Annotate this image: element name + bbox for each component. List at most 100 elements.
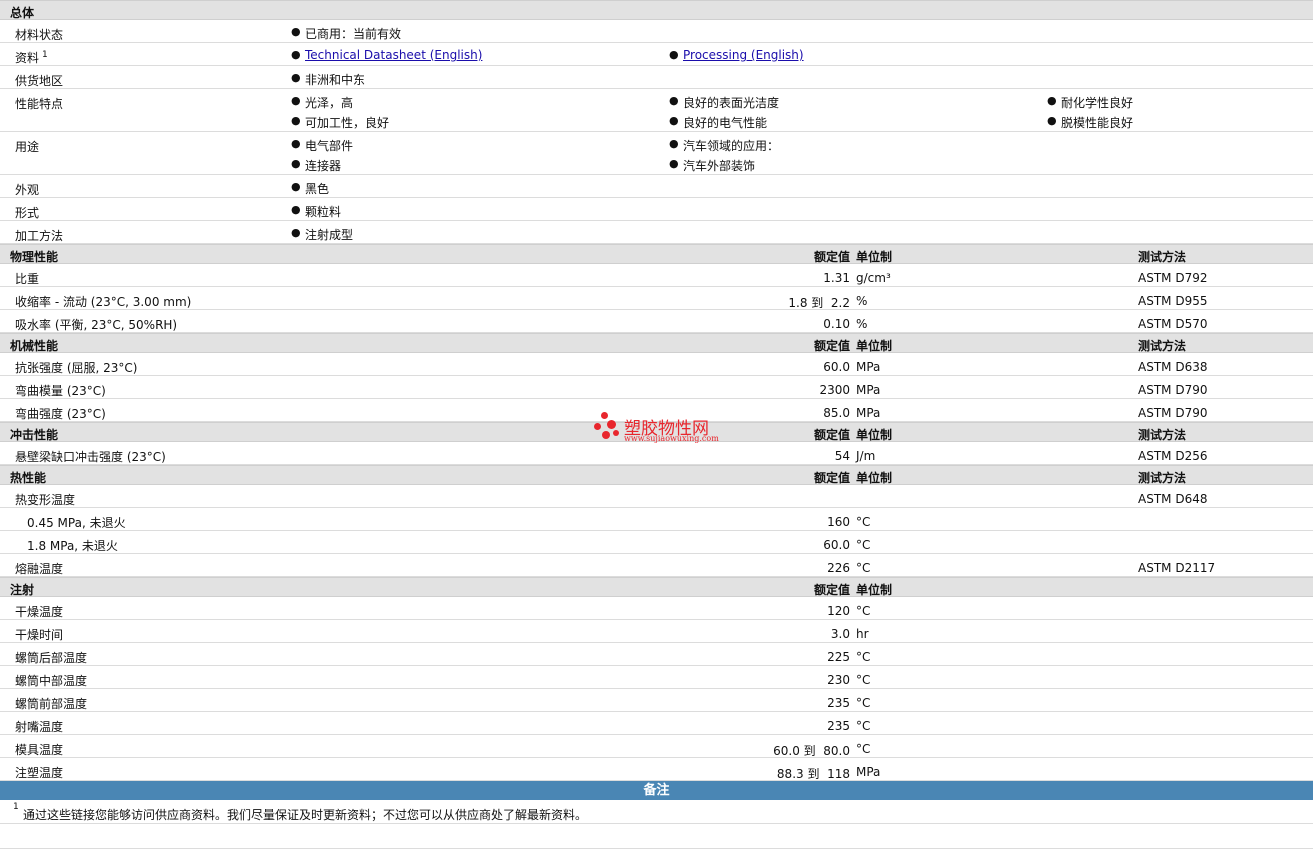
row-appearance: 外观 ● 黑色 xyxy=(0,175,1313,198)
property-row: 螺筒前部温度 235 °C xyxy=(0,689,1313,712)
row-form: 形式 ● 颗粒料 xyxy=(0,198,1313,221)
property-row: 螺筒后部温度 225 °C xyxy=(0,643,1313,666)
row-processing-method: 加工方法 ● 注射成型 xyxy=(0,221,1313,244)
physical-rows: 比重 1.31 g/cm³ ASTM D792 收缩率 - 流动 (23°C, 3.00… xyxy=(0,264,1313,333)
watermark-url: www.sujiaowuxing.com xyxy=(624,434,719,443)
property-value: 0.10 xyxy=(823,317,850,331)
property-value: 60.0 xyxy=(823,360,850,374)
col-header-unit: 单位制 xyxy=(856,250,893,264)
property-test-method: ASTM D955 xyxy=(1138,294,1208,308)
property-row: 干燥温度 120 °C xyxy=(0,597,1313,620)
property-row: 抗张强度 (屈服, 23°C) 60.0 MPa ASTM D638 xyxy=(0,353,1313,376)
technical-datasheet-link[interactable]: Technical Datasheet (English) xyxy=(305,48,482,62)
bullet-icon: ● xyxy=(1047,114,1057,127)
col-header-test: 测试方法 xyxy=(1138,250,1187,264)
property-unit: MPa xyxy=(856,383,881,397)
property-value: 1.8 到 2.2 xyxy=(788,296,850,310)
property-label: 射嘴温度 xyxy=(15,720,64,734)
section-title: 注射 xyxy=(10,583,35,597)
row-label: 供货地区 xyxy=(15,74,64,88)
property-label: 干燥时间 xyxy=(15,628,64,642)
property-test-method: ASTM D790 xyxy=(1138,383,1208,397)
property-test-method: ASTM D256 xyxy=(1138,449,1208,463)
property-row: 吸水率 (平衡, 23°C, 50%RH) 0.10% ASTM D570 xyxy=(0,310,1313,333)
bullet-icon: ● xyxy=(291,25,301,38)
thermal-rows: 热变形温度 ASTM D648 0.45 MPa, 未退火 160 °C 1.8 MPa,… xyxy=(0,485,1313,577)
property-row: 模具温度 60.0 到 80.0 °C xyxy=(0,735,1313,758)
property-value: 60.0 到 80.0 xyxy=(773,744,850,758)
property-unit: g/cm³ xyxy=(856,271,891,285)
property-value: 1.31 xyxy=(823,271,850,285)
property-row: 干燥时间 3.0 hr xyxy=(0,620,1313,643)
property-value: 3.0 xyxy=(830,627,850,641)
col-header-test: 测试方法 xyxy=(1138,428,1187,442)
property-row: 螺筒中部温度 230 °C xyxy=(0,666,1313,689)
note-footnote-marker: 1 xyxy=(13,802,19,812)
property-test-method: ASTM D790 xyxy=(1138,406,1208,420)
property-label: 模具温度 xyxy=(15,743,64,757)
property-value: 235 xyxy=(827,696,850,710)
bullet-icon: ● xyxy=(291,71,301,84)
property-value: 225 xyxy=(827,650,850,664)
property-row: 0.45 MPa, 未退火 160 °C xyxy=(0,508,1313,531)
row-label: 性能特点 xyxy=(15,97,64,111)
property-unit: °C xyxy=(856,650,871,664)
property-unit: MPa xyxy=(856,406,881,420)
property-test-method: ASTM D2117 xyxy=(1138,561,1216,575)
property-unit: °C xyxy=(856,673,871,687)
section-title: 热性能 xyxy=(10,471,47,485)
row-label: 外观 xyxy=(15,183,40,197)
property-row: 弯曲模量 (23°C) 2300 MPa ASTM D790 xyxy=(0,376,1313,399)
property-label: 螺筒前部温度 xyxy=(15,697,88,711)
property-value: 226 xyxy=(827,561,850,575)
property-unit: MPa xyxy=(856,360,881,374)
injection-rows: 干燥温度 120 °C 干燥时间 3.0 hr 螺筒后部温度 225 °C 螺筒中部温度 230 °C… xyxy=(0,597,1313,781)
property-value: 120 xyxy=(827,604,850,618)
bottom-divider xyxy=(0,848,1313,861)
property-unit: °C xyxy=(856,719,871,733)
row-label: 材料状态 xyxy=(15,28,64,42)
property-label: 0.45 MPa, 未退火 xyxy=(27,516,126,530)
row-features: 性能特点 ● 光泽，高 ● 良好的表面光洁度 ● 耐化学性良好 ● 可加工性，良好 ● 良… xyxy=(0,89,1313,132)
bullet-icon: ● xyxy=(669,48,679,61)
note-text: 通过这些链接您能够访问供应商资料。我们尽量保证及时更新资料；不过您可以从供应商处… xyxy=(23,808,588,822)
property-unit: °C xyxy=(856,742,871,756)
property-row: 熔融温度 226 °C ASTM D2117 xyxy=(0,554,1313,577)
property-row: 热变形温度 ASTM D648 xyxy=(0,485,1313,508)
property-label: 螺筒中部温度 xyxy=(15,674,88,688)
property-unit: °C xyxy=(856,515,871,529)
property-row: 比重 1.31 g/cm³ ASTM D792 xyxy=(0,264,1313,287)
property-value: 2300 xyxy=(819,383,850,397)
col-header-rated: 额定值 xyxy=(813,339,850,353)
property-value: 85.0 xyxy=(823,406,850,420)
property-row: 射嘴温度 235 °C xyxy=(0,712,1313,735)
property-unit: % xyxy=(856,317,868,331)
row-region: 供货地区 ● 非洲和中东 xyxy=(0,66,1313,89)
property-label: 熔融温度 xyxy=(15,562,64,576)
watermark-logo: 塑胶物性网 www.sujiaowuxing.com xyxy=(594,412,734,448)
property-test-method: ASTM D792 xyxy=(1138,271,1208,285)
col-header-test: 测试方法 xyxy=(1138,339,1187,353)
row-uses: 用途 ● 电气部件 ● 汽车领域的应用： ● 连接器 ● 汽车外部装饰 xyxy=(0,132,1313,175)
bullet-icon: ● xyxy=(291,180,301,193)
property-label: 1.8 MPa, 未退火 xyxy=(27,539,118,553)
property-label: 注塑温度 xyxy=(15,766,64,780)
property-test-method: ASTM D638 xyxy=(1138,360,1208,374)
bullet-icon: ● xyxy=(291,203,301,216)
row-label: 加工方法 xyxy=(15,229,64,243)
property-unit: °C xyxy=(856,696,871,710)
property-unit: °C xyxy=(856,538,871,552)
row-label: 资料 1 xyxy=(15,50,48,65)
col-header-rated: 额定值 xyxy=(813,471,850,485)
row-label: 用途 xyxy=(15,140,40,154)
processing-link[interactable]: Processing (English) xyxy=(683,48,804,62)
bullet-icon: ● xyxy=(291,137,301,150)
property-test-method: ASTM D648 xyxy=(1138,492,1208,506)
bullet-icon: ● xyxy=(669,94,679,107)
property-label: 干燥温度 xyxy=(15,605,64,619)
property-unit: MPa xyxy=(856,765,881,779)
col-header-rated: 额定值 xyxy=(813,583,850,597)
section-mechanical-header: 机械性能 额定值 单位制 测试方法 xyxy=(0,333,1313,353)
property-value: 54 xyxy=(834,449,850,463)
property-unit: hr xyxy=(856,627,869,641)
